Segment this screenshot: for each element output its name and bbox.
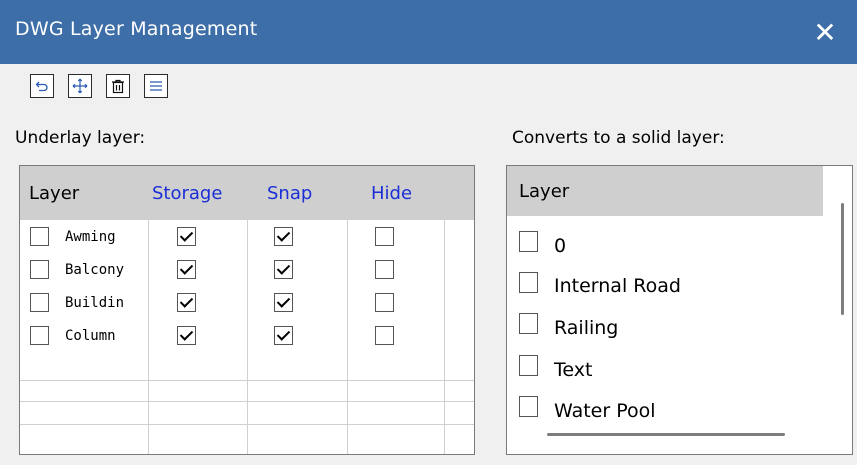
layer-name: Buildin bbox=[65, 295, 125, 311]
row-select-checkbox[interactable] bbox=[30, 326, 49, 345]
close-button[interactable]: ✕ bbox=[793, 0, 857, 64]
item-label: 0 bbox=[554, 235, 567, 257]
column-header-storage[interactable]: Storage bbox=[149, 166, 247, 220]
storage-checkbox[interactable] bbox=[177, 227, 196, 246]
row-select-checkbox[interactable] bbox=[30, 227, 49, 246]
item-checkbox[interactable] bbox=[519, 272, 538, 293]
snap-checkbox[interactable] bbox=[274, 260, 293, 279]
column-header-layer[interactable]: Layer bbox=[20, 166, 148, 220]
storage-checkbox[interactable] bbox=[177, 293, 196, 312]
solid-layer-list[interactable]: Layer 0 Internal Road Railing Text Water… bbox=[506, 165, 853, 455]
move-button[interactable] bbox=[68, 74, 92, 98]
grid-line bbox=[247, 166, 248, 454]
item-checkbox[interactable] bbox=[519, 313, 538, 334]
column-header-spare bbox=[445, 166, 474, 220]
layer-name: Awming bbox=[65, 229, 116, 245]
toolbar bbox=[30, 74, 168, 98]
undo-button[interactable] bbox=[30, 74, 54, 98]
undo-icon bbox=[35, 81, 48, 92]
underlay-layer-grid[interactable]: Layer Storage Snap Hide Awming Balcony B… bbox=[19, 165, 475, 455]
hide-checkbox[interactable] bbox=[375, 293, 394, 312]
layer-name: Balcony bbox=[65, 262, 125, 278]
vertical-scrollbar[interactable] bbox=[841, 203, 844, 315]
window-title: DWG Layer Management bbox=[15, 18, 258, 40]
item-checkbox[interactable] bbox=[519, 396, 538, 417]
menu-button[interactable] bbox=[144, 74, 168, 98]
item-label: Water Pool bbox=[554, 400, 656, 422]
underlay-layer-label: Underlay layer: bbox=[15, 128, 146, 148]
grid-line bbox=[20, 401, 474, 402]
move-icon bbox=[72, 78, 88, 94]
item-checkbox[interactable] bbox=[519, 355, 538, 376]
storage-checkbox[interactable] bbox=[177, 260, 196, 279]
menu-icon bbox=[150, 81, 162, 91]
storage-checkbox[interactable] bbox=[177, 326, 196, 345]
grid-line bbox=[444, 166, 445, 454]
row-select-checkbox[interactable] bbox=[30, 260, 49, 279]
item-label: Text bbox=[554, 359, 593, 381]
horizontal-scrollbar[interactable] bbox=[547, 433, 785, 436]
close-icon: ✕ bbox=[813, 15, 837, 49]
layer-name: Column bbox=[65, 328, 116, 344]
grid-line bbox=[20, 424, 474, 425]
item-checkbox[interactable] bbox=[519, 231, 538, 252]
snap-checkbox[interactable] bbox=[274, 227, 293, 246]
column-header-snap[interactable]: Snap bbox=[248, 166, 347, 220]
item-label: Internal Road bbox=[554, 275, 681, 297]
delete-button[interactable] bbox=[106, 74, 130, 98]
snap-checkbox[interactable] bbox=[274, 326, 293, 345]
column-header-layer[interactable]: Layer bbox=[507, 166, 823, 216]
delete-icon bbox=[112, 79, 124, 93]
solid-layer-label: Converts to a solid layer: bbox=[512, 128, 725, 148]
grid-line bbox=[347, 166, 348, 454]
hide-checkbox[interactable] bbox=[375, 227, 394, 246]
row-select-checkbox[interactable] bbox=[30, 293, 49, 312]
grid-line bbox=[148, 166, 149, 454]
item-label: Railing bbox=[554, 317, 619, 339]
hide-checkbox[interactable] bbox=[375, 260, 394, 279]
hide-checkbox[interactable] bbox=[375, 326, 394, 345]
title-bar: DWG Layer Management ✕ bbox=[0, 0, 857, 64]
snap-checkbox[interactable] bbox=[274, 293, 293, 312]
column-header-hide[interactable]: Hide bbox=[348, 166, 444, 220]
grid-line bbox=[20, 380, 474, 381]
